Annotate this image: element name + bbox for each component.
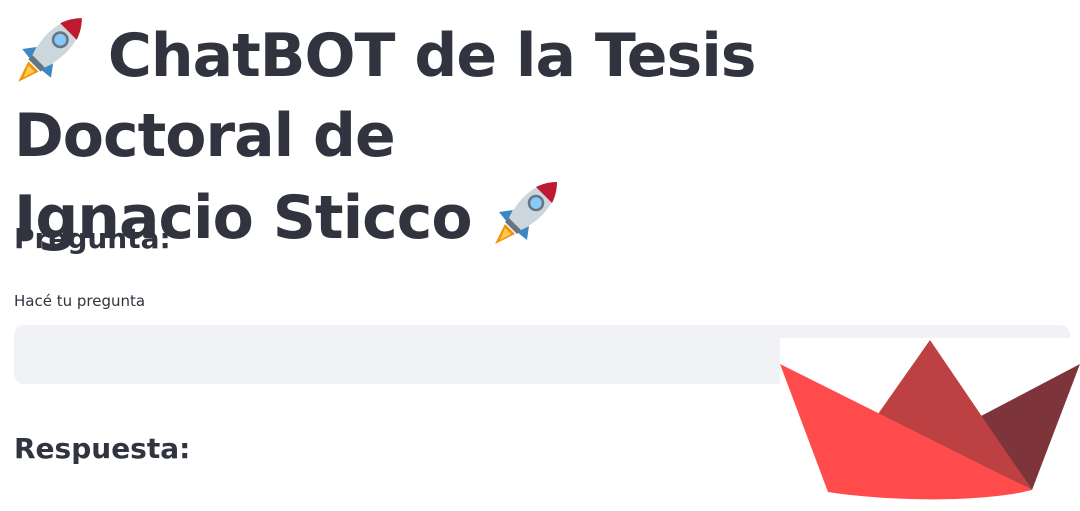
question-input-label: Hacé tu pregunta <box>14 292 146 310</box>
streamlit-logo <box>780 338 1080 511</box>
rocket-icon <box>495 182 558 244</box>
page-title-line1: ChatBOT de la Tesis Doctoral de <box>14 21 756 171</box>
streamlit-logo-icon <box>780 340 1080 500</box>
question-heading: Pregunta: <box>14 222 171 255</box>
main-container: ChatBOT de la Tesis Doctoral de Ignacio … <box>14 12 1070 258</box>
answer-heading: Respuesta: <box>14 432 191 465</box>
rocket-icon <box>18 18 82 82</box>
